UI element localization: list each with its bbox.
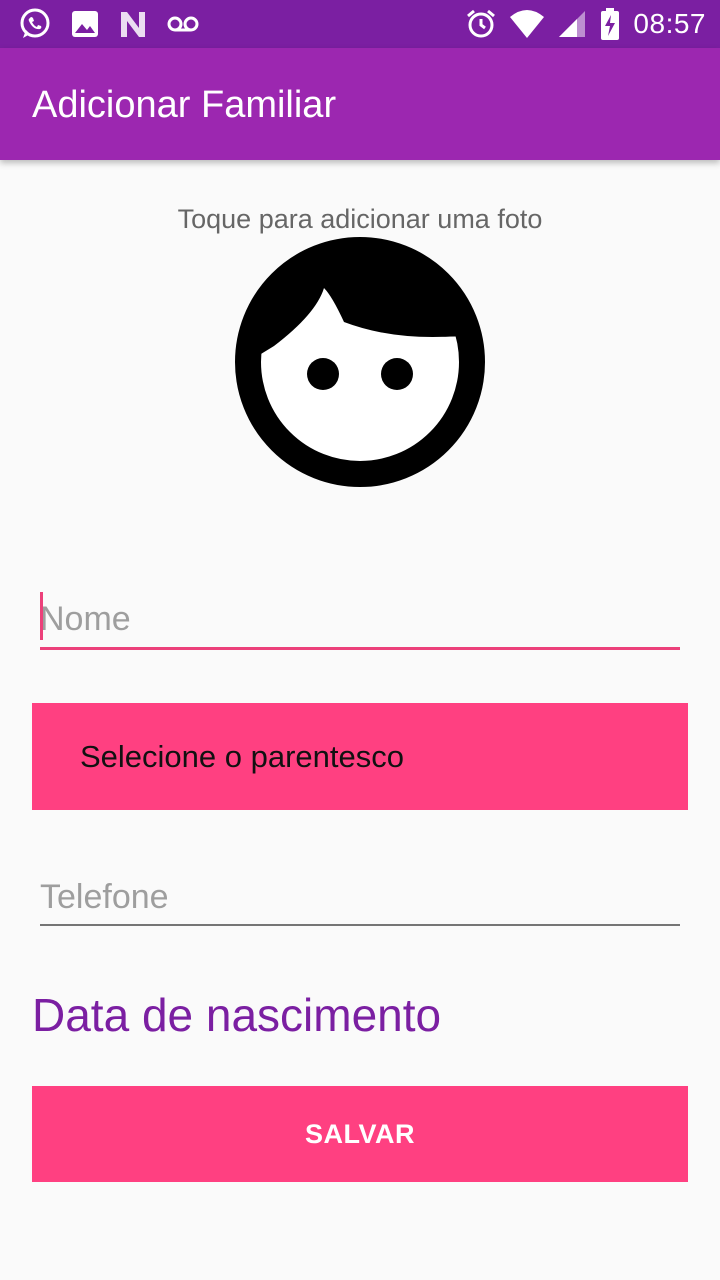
wifi-icon	[509, 9, 545, 39]
phone-input[interactable]	[40, 872, 680, 922]
name-underline	[40, 647, 680, 650]
name-input[interactable]	[40, 594, 680, 644]
page-title: Adicionar Familiar	[32, 84, 337, 126]
voicemail-icon	[166, 9, 200, 39]
relationship-spinner-label: Selecione o parentesco	[80, 738, 405, 774]
battery-charging-icon	[599, 7, 621, 41]
birth-date-picker[interactable]: Data de nascimento	[32, 988, 441, 1042]
whatsapp-icon	[18, 7, 52, 41]
photo-hint-label: Toque para adicionar uma foto	[177, 204, 543, 234]
status-time: 08:57	[633, 8, 706, 39]
save-button[interactable]: SALVAR	[32, 1086, 688, 1182]
status-right-icons: 08:57	[465, 6, 706, 42]
phone-field[interactable]	[40, 872, 680, 926]
n-logo-icon	[118, 9, 148, 39]
phone-underline	[40, 924, 680, 926]
alarm-icon	[465, 8, 497, 40]
app-bar: Adicionar Familiar	[0, 48, 720, 160]
signal-icon	[557, 9, 587, 39]
text-cursor	[40, 592, 43, 640]
image-icon	[70, 9, 100, 39]
face-avatar-icon[interactable]	[234, 236, 486, 488]
relationship-spinner[interactable]: Selecione o parentesco	[32, 703, 688, 810]
name-field[interactable]	[40, 592, 680, 650]
status-left-icons	[18, 6, 200, 42]
status-bar: 08:57	[0, 0, 720, 48]
